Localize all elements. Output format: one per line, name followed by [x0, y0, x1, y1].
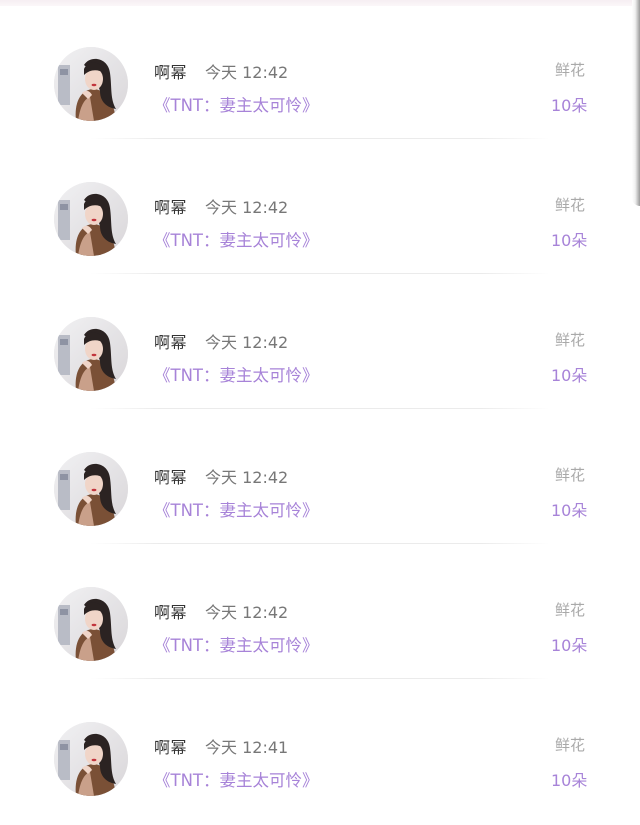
user-avatar-photo	[54, 587, 128, 661]
user-name[interactable]: 啊幂	[154, 194, 187, 218]
row-divider	[90, 138, 550, 139]
row-divider	[90, 273, 550, 274]
user-name[interactable]: 啊幂	[154, 59, 187, 83]
avatar[interactable]	[54, 452, 128, 526]
book-title-link[interactable]: 《TNT：妻主太可怜》	[154, 92, 319, 116]
list-item[interactable]: 啊幂 今天 12:42 《TNT：妻主太可怜》 鲜花 10朵	[0, 285, 640, 420]
user-avatar-photo	[54, 317, 128, 391]
list-item[interactable]: 啊幂 今天 12:41 《TNT：妻主太可怜》 鲜花 10朵	[0, 690, 640, 825]
user-avatar-photo	[54, 722, 128, 796]
gift-count: 10朵	[551, 366, 588, 385]
gift-count: 10朵	[551, 231, 588, 250]
scrollbar[interactable]	[632, 0, 640, 206]
book-title-link[interactable]: 《TNT：妻主太可怜》	[154, 227, 319, 251]
book-title-link[interactable]: 《TNT：妻主太可怜》	[154, 362, 319, 386]
gift-count: 10朵	[551, 501, 588, 520]
gift-type-label: 鲜花	[555, 196, 586, 214]
timestamp: 今天 12:42	[205, 198, 289, 217]
gift-type-label: 鲜花	[555, 736, 586, 754]
avatar[interactable]	[54, 182, 128, 256]
user-avatar-photo	[54, 47, 128, 121]
timestamp: 今天 12:42	[205, 333, 289, 352]
avatar[interactable]	[54, 587, 128, 661]
timestamp: 今天 12:42	[205, 603, 289, 622]
gift-type-label: 鲜花	[555, 61, 586, 79]
book-title-link[interactable]: 《TNT：妻主太可怜》	[154, 767, 319, 791]
list-item[interactable]: 啊幂 今天 12:42 《TNT：妻主太可怜》 鲜花 10朵	[0, 420, 640, 555]
row-divider	[90, 678, 550, 679]
gift-count: 10朵	[551, 636, 588, 655]
gift-count: 10朵	[551, 96, 588, 115]
gift-type-label: 鲜花	[555, 331, 586, 349]
user-name[interactable]: 啊幂	[154, 329, 187, 353]
gift-type-label: 鲜花	[555, 466, 586, 484]
row-divider	[90, 543, 550, 544]
list-item[interactable]: 啊幂 今天 12:42 《TNT：妻主太可怜》 鲜花 10朵	[0, 15, 640, 150]
avatar[interactable]	[54, 317, 128, 391]
user-name[interactable]: 啊幂	[154, 599, 187, 623]
gift-type-label: 鲜花	[555, 601, 586, 619]
timestamp: 今天 12:42	[205, 63, 289, 82]
user-avatar-photo	[54, 452, 128, 526]
gift-record-list: 啊幂 今天 12:42 《TNT：妻主太可怜》 鲜花 10朵 啊幂 今天 12:…	[0, 0, 640, 812]
timestamp: 今天 12:42	[205, 468, 289, 487]
book-title-link[interactable]: 《TNT：妻主太可怜》	[154, 497, 319, 521]
avatar[interactable]	[54, 47, 128, 121]
timestamp: 今天 12:41	[205, 738, 289, 757]
user-name[interactable]: 啊幂	[154, 734, 187, 758]
row-divider	[90, 408, 550, 409]
gift-count: 10朵	[551, 771, 588, 790]
avatar[interactable]	[54, 722, 128, 796]
list-item[interactable]: 啊幂 今天 12:42 《TNT：妻主太可怜》 鲜花 10朵	[0, 150, 640, 285]
user-avatar-photo	[54, 182, 128, 256]
user-name[interactable]: 啊幂	[154, 464, 187, 488]
list-item[interactable]: 啊幂 今天 12:42 《TNT：妻主太可怜》 鲜花 10朵	[0, 555, 640, 690]
book-title-link[interactable]: 《TNT：妻主太可怜》	[154, 632, 319, 656]
